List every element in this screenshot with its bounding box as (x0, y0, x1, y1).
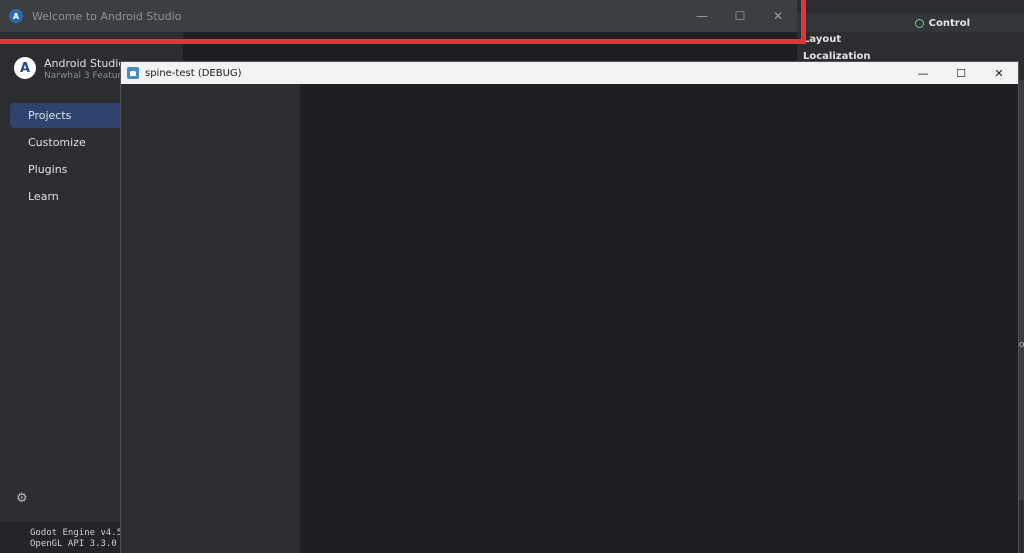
maximize-button[interactable]: ☐ (942, 62, 980, 84)
minimize-button[interactable]: — (683, 0, 721, 32)
debug-title-bar[interactable]: spine-test (DEBUG) — ☐ ✕ (121, 62, 1018, 84)
annotation-highlight-right (801, 0, 806, 44)
debug-left-panel (121, 84, 300, 553)
debug-window-title: spine-test (DEBUG) (145, 67, 242, 79)
debug-game-viewport[interactable] (300, 84, 1018, 553)
as-window-title: Welcome to Android Studio (32, 9, 182, 23)
godot-inspector-header: Control (797, 14, 1024, 32)
godot-panel-marker: o (1019, 340, 1024, 350)
inspector-node-name: Control (928, 17, 970, 29)
godot-output-log: Godot Engine v4.5 OpenGL API 3.3.0 (30, 528, 120, 553)
android-studio-logo-icon: A (14, 57, 36, 79)
maximize-button[interactable]: ☐ (721, 0, 759, 32)
minimize-button[interactable]: — (904, 62, 942, 84)
output-line: OpenGL API 3.3.0 (30, 539, 117, 549)
control-node-icon (914, 18, 924, 28)
android-studio-icon: A (9, 9, 23, 23)
debug-window-controls: — ☐ ✕ (904, 62, 1018, 84)
as-app-version: Narwhal 3 Feature (44, 71, 127, 81)
inspector-section-layout[interactable]: Layout (803, 34, 841, 45)
output-line: Godot Engine v4.5 (30, 528, 120, 538)
as-window-controls: — ☐ ✕ (683, 0, 797, 32)
spine-test-debug-window: spine-test (DEBUG) — ☐ ✕ (120, 61, 1019, 553)
desktop: Control Layout Localization o Godot Engi… (0, 0, 1024, 553)
close-button[interactable]: ✕ (980, 62, 1018, 84)
gear-icon[interactable]: ⚙ (16, 492, 30, 506)
as-brand: A Android Studio Narwhal 3 Feature (14, 57, 127, 83)
close-button[interactable]: ✕ (759, 0, 797, 32)
inspector-node-label[interactable]: Control (914, 17, 970, 29)
as-app-name: Android Studio (44, 57, 126, 70)
godot-icon (127, 67, 139, 79)
annotation-highlight-bottom (0, 39, 806, 44)
as-title-bar[interactable]: A Welcome to Android Studio — ☐ ✕ (0, 0, 797, 32)
